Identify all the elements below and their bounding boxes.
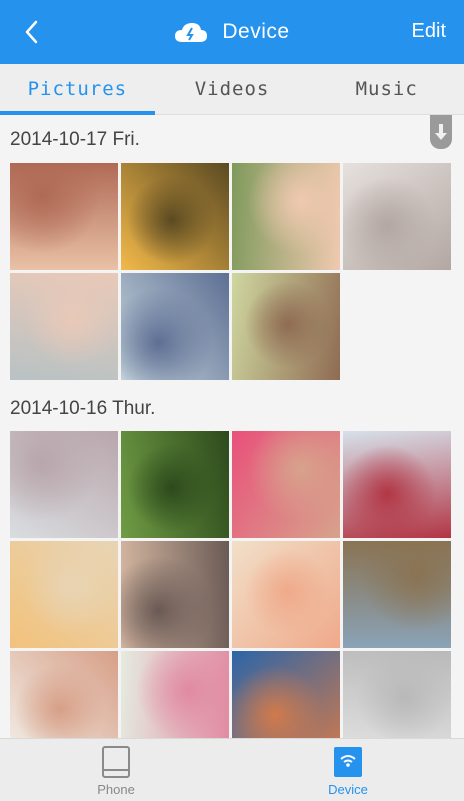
photo-thumbnail[interactable]	[10, 541, 118, 648]
top-bar: Device Edit	[0, 0, 464, 64]
photo-thumbnail[interactable]	[10, 431, 118, 538]
photo-list[interactable]: 2014-10-17 Fri. 2014-10-16 Thur.	[0, 115, 464, 738]
photo-thumbnail[interactable]	[10, 273, 118, 380]
photo-thumbnail[interactable]	[232, 431, 340, 538]
photo-thumbnail[interactable]	[232, 541, 340, 648]
photo-thumbnail[interactable]	[343, 541, 451, 648]
cloud-icon	[175, 23, 208, 42]
title-group: Device	[0, 0, 464, 64]
photo-grid	[10, 163, 454, 380]
back-icon	[25, 20, 38, 44]
photo-thumbnail[interactable]	[343, 651, 451, 738]
photo-thumbnail[interactable]	[232, 163, 340, 270]
tab-pictures[interactable]: Pictures	[0, 64, 155, 115]
photo-thumbnail[interactable]	[232, 273, 340, 380]
photo-thumbnail[interactable]	[121, 431, 229, 538]
photo-thumbnail[interactable]	[343, 431, 451, 538]
page-title: Device	[222, 20, 290, 43]
photo-thumbnail[interactable]	[10, 163, 118, 270]
nav-phone-label: Phone	[97, 782, 135, 797]
edit-button[interactable]: Edit	[412, 20, 446, 43]
nav-phone[interactable]: Phone	[56, 739, 176, 801]
nav-device-label: Device	[328, 782, 368, 797]
photo-thumbnail[interactable]	[232, 651, 340, 738]
tab-music[interactable]: Music	[309, 64, 464, 114]
section-date: 2014-10-17 Fri.	[10, 129, 140, 150]
photo-thumbnail[interactable]	[121, 541, 229, 648]
photo-grid	[10, 431, 454, 738]
photo-thumbnail[interactable]	[121, 651, 229, 738]
section-date: 2014-10-16 Thur.	[10, 398, 156, 419]
nav-device[interactable]: Device	[288, 739, 408, 801]
photo-thumbnail[interactable]	[10, 651, 118, 738]
photo-thumbnail[interactable]	[343, 163, 451, 270]
back-button[interactable]	[18, 18, 46, 46]
photo-thumbnail[interactable]	[121, 273, 229, 380]
tab-bar: Pictures Videos Music	[0, 64, 464, 115]
arrow-down-icon	[435, 124, 447, 140]
photo-thumbnail[interactable]	[121, 163, 229, 270]
bottom-nav: Phone Device	[0, 738, 464, 801]
tab-videos[interactable]: Videos	[155, 64, 310, 114]
phone-icon	[102, 746, 130, 778]
scroll-down-button[interactable]	[430, 115, 452, 149]
device-icon	[334, 747, 362, 777]
